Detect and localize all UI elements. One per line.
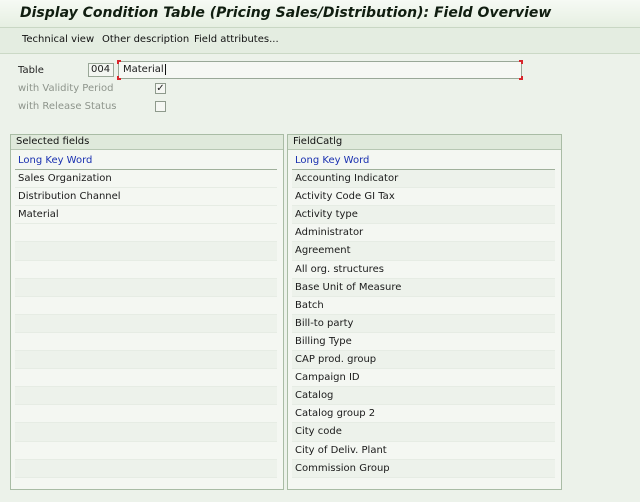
selected-fields-panel: Selected fields Long Key Word Sales Orga… bbox=[10, 134, 284, 490]
empty-row[interactable] bbox=[15, 351, 277, 370]
list-item[interactable]: Catalog bbox=[292, 387, 555, 406]
focus-corner bbox=[117, 60, 121, 64]
empty-row[interactable] bbox=[15, 314, 277, 333]
selected-fields-list: Long Key Word Sales Organization Distrib… bbox=[15, 152, 277, 478]
title-bar: Display Condition Table (Pricing Sales/D… bbox=[0, 0, 640, 28]
release-status-label: with Release Status bbox=[18, 101, 117, 112]
field-catalog-column-header[interactable]: Long Key Word bbox=[292, 152, 555, 171]
focus-corner bbox=[519, 76, 523, 80]
list-item[interactable]: Billing Type bbox=[292, 333, 555, 352]
empty-row[interactable] bbox=[15, 423, 277, 442]
focus-corner bbox=[519, 60, 523, 64]
empty-row[interactable] bbox=[15, 387, 277, 406]
focus-corner bbox=[117, 76, 121, 80]
list-item[interactable]: Distribution Channel bbox=[15, 188, 277, 207]
checkmark-icon: ✓ bbox=[156, 83, 165, 94]
table-code-field[interactable]: 004 bbox=[88, 63, 114, 77]
application-toolbar: Technical view Other description Field a… bbox=[0, 28, 640, 54]
list-item[interactable]: Administrator bbox=[292, 224, 555, 243]
table-description-text: Material bbox=[123, 64, 164, 75]
text-cursor bbox=[164, 63, 166, 75]
empty-row[interactable] bbox=[15, 224, 277, 243]
list-item[interactable]: Sales Organization bbox=[15, 170, 277, 189]
list-item[interactable]: Agreement bbox=[292, 242, 555, 261]
technical-view-button[interactable]: Technical view bbox=[22, 34, 94, 45]
list-item[interactable]: All org. structures bbox=[292, 261, 555, 279]
field-catalog-panel: FieldCatlg Long Key Word Accounting Indi… bbox=[287, 134, 562, 490]
list-item[interactable]: City of Deliv. Plant bbox=[292, 442, 555, 460]
list-item[interactable]: Bill-to party bbox=[292, 314, 555, 333]
empty-row[interactable] bbox=[15, 297, 277, 315]
list-item[interactable]: Batch bbox=[292, 297, 555, 315]
validity-period-label: with Validity Period bbox=[18, 83, 114, 94]
other-description-button[interactable]: Other description bbox=[102, 34, 189, 45]
list-item[interactable]: Material bbox=[15, 206, 277, 225]
field-catalog-title: FieldCatlg bbox=[288, 135, 561, 150]
empty-row[interactable] bbox=[15, 442, 277, 460]
table-label: Table bbox=[18, 65, 44, 76]
field-attributes-button[interactable]: Field attributes... bbox=[194, 34, 279, 45]
selected-fields-title: Selected fields bbox=[11, 135, 283, 150]
empty-row[interactable] bbox=[15, 459, 277, 478]
empty-row[interactable] bbox=[15, 242, 277, 261]
list-item[interactable]: CAP prod. group bbox=[292, 351, 555, 370]
field-catalog-list: Long Key Word Accounting Indicator Activ… bbox=[292, 152, 555, 478]
release-status-checkbox[interactable] bbox=[155, 101, 166, 112]
selected-fields-column-header[interactable]: Long Key Word bbox=[15, 152, 277, 171]
validity-period-checkbox[interactable]: ✓ bbox=[155, 83, 166, 94]
empty-row[interactable] bbox=[15, 405, 277, 424]
list-item[interactable]: City code bbox=[292, 423, 555, 442]
list-item[interactable]: Commission Group bbox=[292, 459, 555, 478]
list-item[interactable]: Base Unit of Measure bbox=[292, 278, 555, 297]
list-item[interactable]: Activity type bbox=[292, 206, 555, 225]
empty-row[interactable] bbox=[15, 369, 277, 388]
window-title: Display Condition Table (Pricing Sales/D… bbox=[20, 5, 552, 21]
empty-row[interactable] bbox=[15, 278, 277, 297]
list-item[interactable]: Accounting Indicator bbox=[292, 170, 555, 189]
list-item[interactable]: Campaign ID bbox=[292, 369, 555, 388]
list-item[interactable]: Activity Code GI Tax bbox=[292, 188, 555, 207]
empty-row[interactable] bbox=[15, 333, 277, 352]
empty-row[interactable] bbox=[15, 261, 277, 279]
table-description-field[interactable]: Material bbox=[117, 60, 523, 80]
list-item[interactable]: Catalog group 2 bbox=[292, 405, 555, 424]
